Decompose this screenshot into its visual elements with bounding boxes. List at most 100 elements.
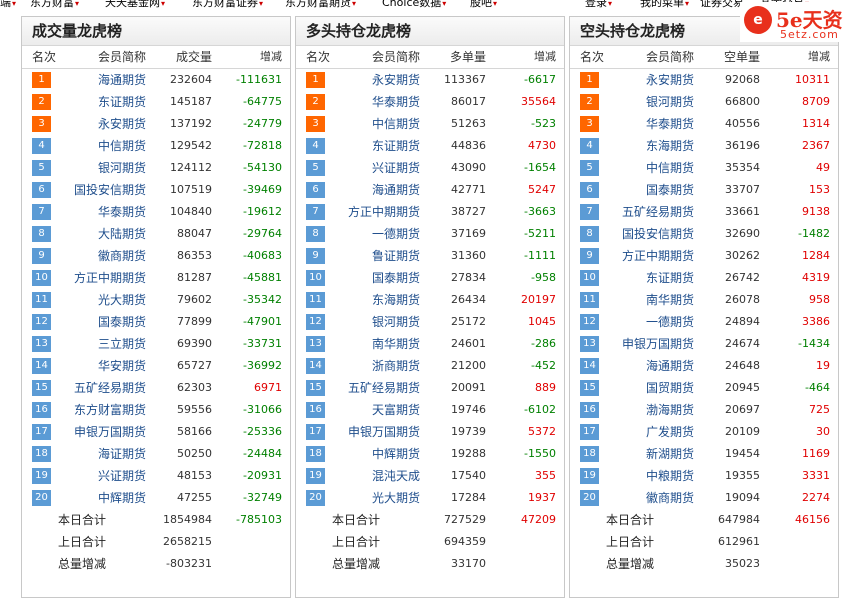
- member-name-link[interactable]: 五矿经易期货: [614, 201, 694, 223]
- member-name-link[interactable]: 永安期货: [66, 113, 146, 135]
- member-name-link[interactable]: 东海期货: [614, 135, 694, 157]
- member-name-link[interactable]: 方正中期期货: [614, 245, 694, 267]
- member-name-link[interactable]: 鲁证期货: [340, 245, 420, 267]
- member-name-link[interactable]: 中信期货: [614, 157, 694, 179]
- member-name-link[interactable]: 兴证期货: [66, 465, 146, 487]
- member-name-link[interactable]: 混沌天成: [340, 465, 420, 487]
- chevron-down-icon: ▾: [685, 0, 690, 8]
- table-row: 4 东证期货 44836 4730: [296, 135, 564, 157]
- nav-item[interactable]: 天天基金网▾: [105, 0, 165, 8]
- member-name-link[interactable]: 国投安信期货: [66, 179, 146, 201]
- member-name-link[interactable]: 东证期货: [614, 267, 694, 289]
- volume-value: 24674: [725, 337, 760, 350]
- member-name-link[interactable]: 中辉期货: [66, 487, 146, 509]
- summary-row: 本日合计 727529 47209: [296, 509, 564, 531]
- member-name-link[interactable]: 中信期货: [66, 135, 146, 157]
- member-name-link[interactable]: 国泰期货: [614, 179, 694, 201]
- rank-badge: 18: [580, 446, 599, 462]
- member-name-link[interactable]: 徽商期货: [66, 245, 146, 267]
- header-volume: 成交量: [175, 50, 212, 64]
- volume-value: 137192: [170, 117, 212, 130]
- member-name-link[interactable]: 一德期货: [340, 223, 420, 245]
- member-name-link[interactable]: 浙商期货: [340, 355, 420, 377]
- table-header: 名次 会员简称 多单量 增减: [296, 46, 564, 69]
- member-name-link[interactable]: 国贸期货: [614, 377, 694, 399]
- table-row: 6 国泰期货 33707 153: [570, 179, 838, 201]
- member-name-link[interactable]: 中辉期货: [340, 443, 420, 465]
- member-name-link[interactable]: 徽商期货: [614, 487, 694, 509]
- volume-value: 62303: [177, 381, 212, 394]
- change-value: -36992: [243, 359, 282, 372]
- nav-item[interactable]: 股吧▾: [470, 0, 497, 8]
- member-name-link[interactable]: 国泰期货: [340, 267, 420, 289]
- member-name-link[interactable]: 天富期货: [340, 399, 420, 421]
- summary-volume: 727529: [444, 513, 486, 526]
- nav-item[interactable]: 东方财富▾: [30, 0, 79, 8]
- member-name-link[interactable]: 一德期货: [614, 311, 694, 333]
- table-row: 17 申银万国期货 19739 5372: [296, 421, 564, 443]
- site-logo[interactable]: e 5e天资 5etz.com: [740, 2, 851, 42]
- member-name-link[interactable]: 永安期货: [340, 69, 420, 91]
- member-name-link[interactable]: 中粮期货: [614, 465, 694, 487]
- member-name-link[interactable]: 国泰期货: [66, 311, 146, 333]
- member-name-link[interactable]: 银河期货: [340, 311, 420, 333]
- nav-item-label: 我的菜单: [640, 0, 684, 8]
- member-name-link[interactable]: 申银万国期货: [66, 421, 146, 443]
- member-name-link[interactable]: 广发期货: [614, 421, 694, 443]
- member-name-link[interactable]: 华安期货: [66, 355, 146, 377]
- member-name-link[interactable]: 光大期货: [340, 487, 420, 509]
- member-name-link[interactable]: 银河期货: [614, 91, 694, 113]
- member-name-link[interactable]: 东海期货: [340, 289, 420, 311]
- table-row: 11 南华期货 26078 958: [570, 289, 838, 311]
- nav-item[interactable]: Choice数据▾: [382, 0, 446, 8]
- member-name-link[interactable]: 方正中期期货: [340, 201, 420, 223]
- change-value: -47901: [243, 315, 282, 328]
- member-name-link[interactable]: 申银万国期货: [614, 333, 694, 355]
- member-name-link[interactable]: 南华期货: [614, 289, 694, 311]
- rank-badge: 1: [580, 72, 599, 88]
- member-name-link[interactable]: 国投安信期货: [614, 223, 694, 245]
- nav-item[interactable]: 端▾: [0, 0, 16, 8]
- member-name-link[interactable]: 光大期货: [66, 289, 146, 311]
- member-name-link[interactable]: 海通期货: [66, 69, 146, 91]
- summary-label: 本日合计: [332, 513, 381, 527]
- nav-item[interactable]: 证券交易: [700, 0, 744, 8]
- member-name-link[interactable]: 申银万国期货: [340, 421, 420, 443]
- member-name-link[interactable]: 华泰期货: [614, 113, 694, 135]
- top-nav-bar: 端▾ 东方财富▾ 天天基金网▾ 东方财富证券▾ 东方财富期货▾ Choice数据▾ 股吧▾ 登…: [0, 0, 851, 8]
- member-name-link[interactable]: 东证期货: [66, 91, 146, 113]
- nav-item[interactable]: 东方财富期货▾: [285, 0, 356, 8]
- member-name-link[interactable]: 东方财富期货: [66, 399, 146, 421]
- volume-value: 32690: [725, 227, 760, 240]
- member-name-link[interactable]: 五矿经易期货: [340, 377, 420, 399]
- member-name-link[interactable]: 东证期货: [340, 135, 420, 157]
- member-name-link[interactable]: 海证期货: [66, 443, 146, 465]
- member-name-link[interactable]: 大陆期货: [66, 223, 146, 245]
- member-name-link[interactable]: 中信期货: [340, 113, 420, 135]
- table-row: 8 大陆期货 88047 -29764: [22, 223, 290, 245]
- nav-item-label: 东方财富: [30, 0, 74, 8]
- summary-row: 本日合计 647984 46156: [570, 509, 838, 531]
- nav-item[interactable]: 东方财富证券▾: [192, 0, 263, 8]
- member-name-link[interactable]: 海通期货: [340, 179, 420, 201]
- member-name-link[interactable]: 兴证期货: [340, 157, 420, 179]
- table-row: 12 一德期货 24894 3386: [570, 311, 838, 333]
- member-name-link[interactable]: 海通期货: [614, 355, 694, 377]
- member-name-link[interactable]: 五矿经易期货: [66, 377, 146, 399]
- summary-volume: 694359: [444, 535, 486, 548]
- header-member: 会员简称: [371, 50, 420, 64]
- member-name-link[interactable]: 银河期货: [66, 157, 146, 179]
- change-value: -958: [531, 271, 556, 284]
- nav-item[interactable]: 我的菜单▾: [640, 0, 689, 8]
- nav-item[interactable]: 登录▾: [585, 0, 612, 8]
- member-name-link[interactable]: 华泰期货: [340, 91, 420, 113]
- summary-label: 总量增减: [606, 557, 655, 571]
- table-row: 20 光大期货 17284 1937: [296, 487, 564, 509]
- member-name-link[interactable]: 渤海期货: [614, 399, 694, 421]
- member-name-link[interactable]: 方正中期期货: [66, 267, 146, 289]
- member-name-link[interactable]: 三立期货: [66, 333, 146, 355]
- member-name-link[interactable]: 华泰期货: [66, 201, 146, 223]
- member-name-link[interactable]: 南华期货: [340, 333, 420, 355]
- member-name-link[interactable]: 永安期货: [614, 69, 694, 91]
- member-name-link[interactable]: 新湖期货: [614, 443, 694, 465]
